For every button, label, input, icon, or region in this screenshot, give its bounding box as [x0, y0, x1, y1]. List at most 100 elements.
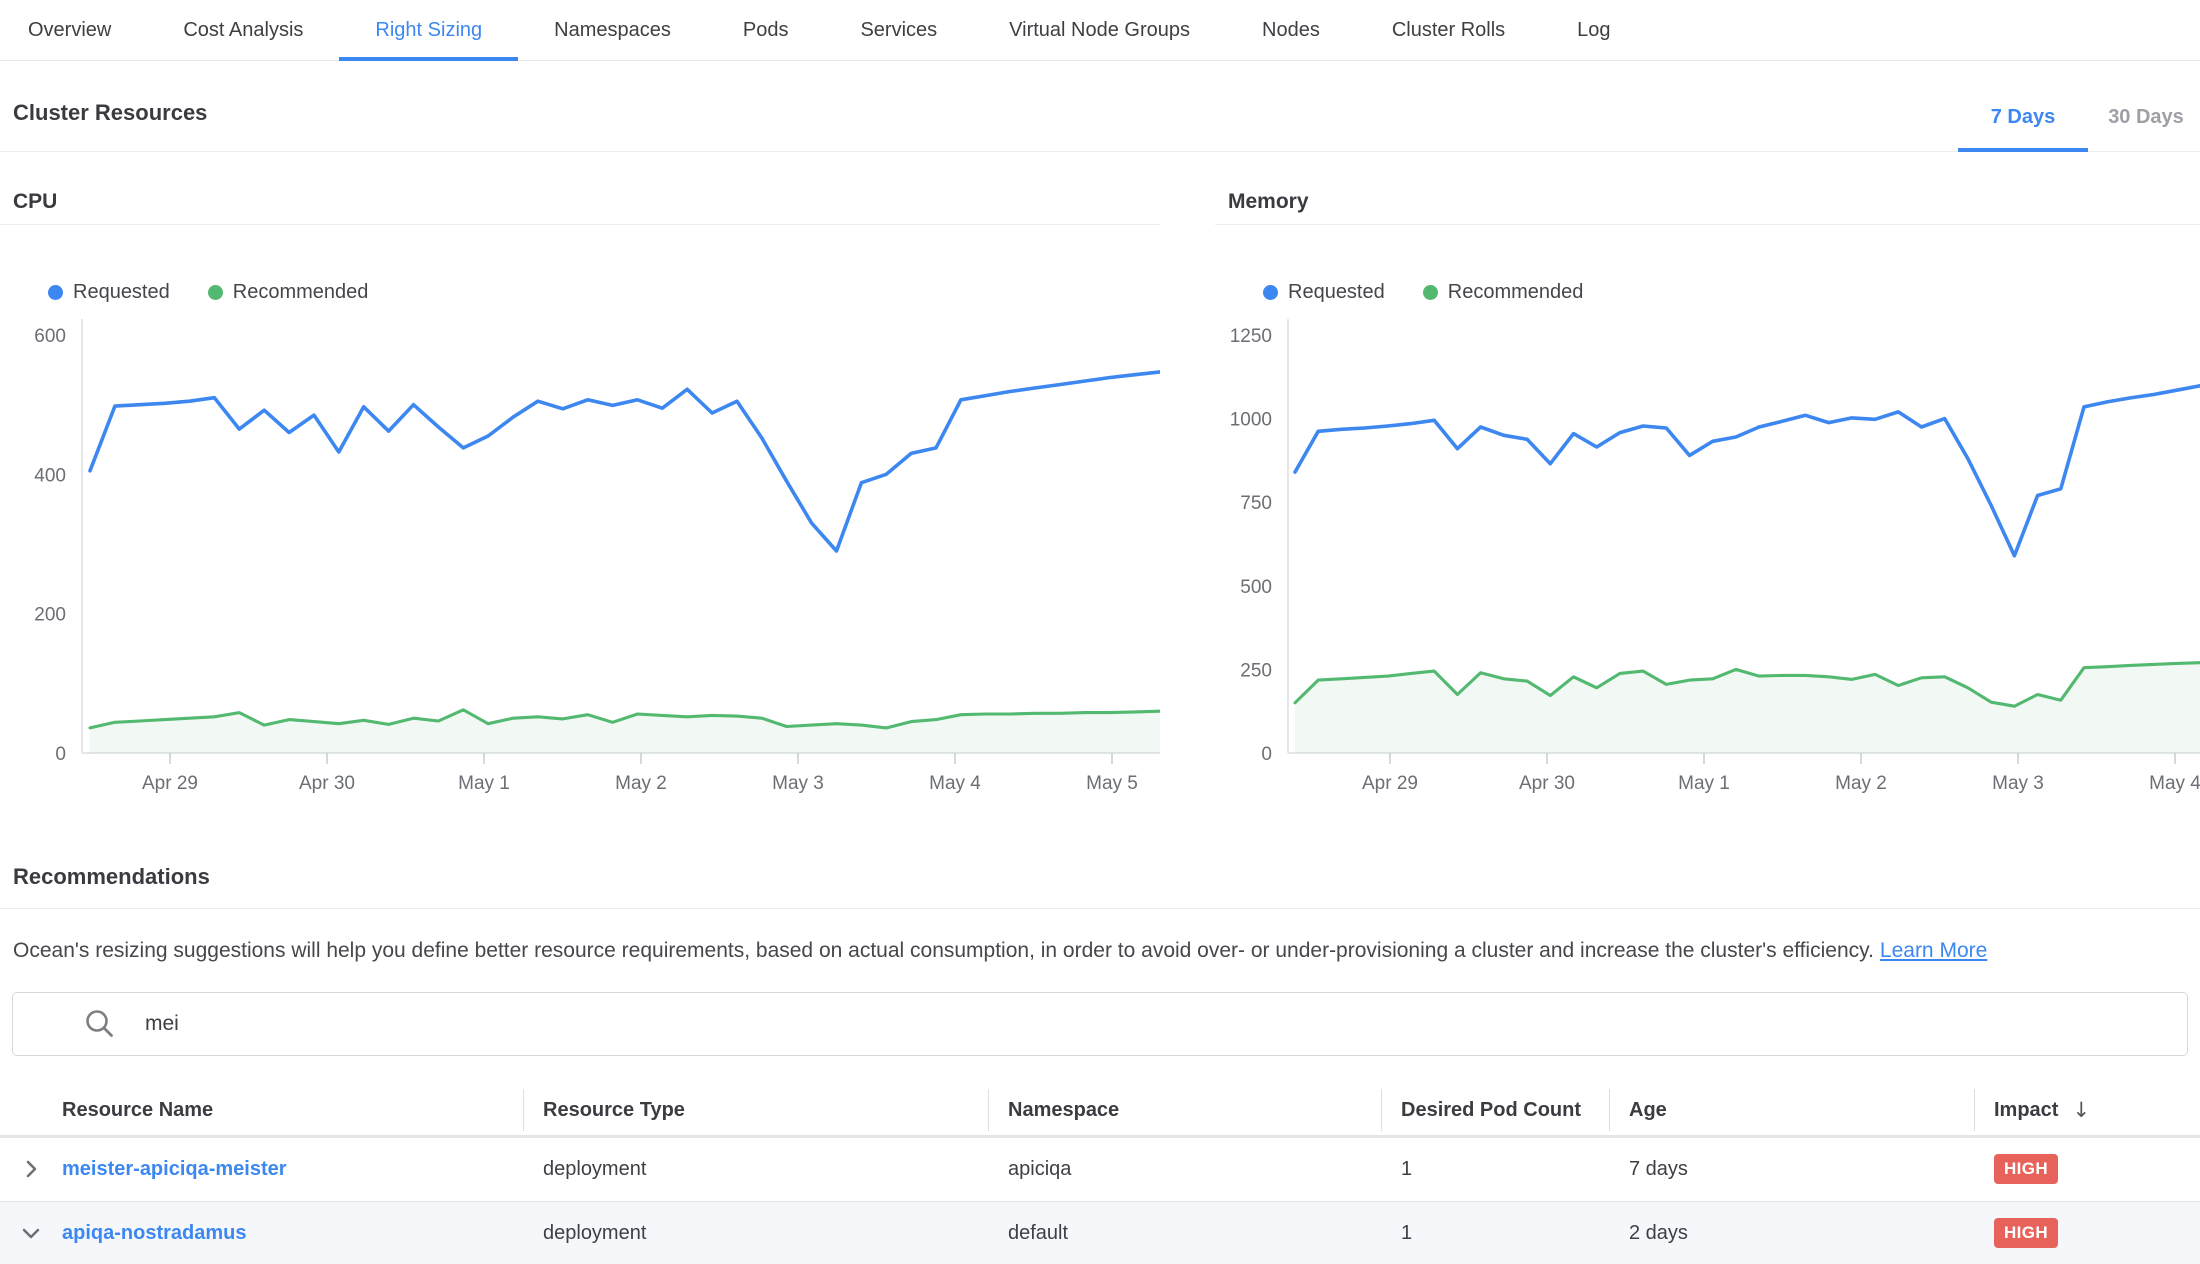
- cell-resource-type: deployment: [523, 1158, 988, 1181]
- column-header-age: Age: [1609, 1085, 1974, 1135]
- table-row-apiqa-nostradamus[interactable]: apiqa-nostradamusdeploymentdefault12 day…: [0, 1201, 2200, 1264]
- svg-text:Apr 29: Apr 29: [142, 773, 198, 794]
- cpu-chart-plot: 0 200 400 600 Apr 29 Apr 30 May 1 May 2 May 3 May…: [0, 311, 1160, 803]
- tab-services[interactable]: Services: [824, 0, 973, 60]
- column-label-namespace: Namespace: [1008, 1099, 1119, 1122]
- legend-dot-requested: [48, 285, 63, 300]
- legend-item-recommended[interactable]: Recommended: [208, 281, 369, 304]
- svg-text:May 2: May 2: [1835, 773, 1887, 794]
- recommendations-description-text: Ocean's resizing suggestions will help y…: [13, 939, 1874, 962]
- svg-text:Apr 30: Apr 30: [299, 773, 355, 794]
- svg-text:May 1: May 1: [458, 773, 510, 794]
- tab-log[interactable]: Log: [1541, 0, 1646, 60]
- memory-chart-panel: Memory RequestedRecommended 025050075010…: [1215, 178, 2200, 803]
- tab-namespaces[interactable]: Namespaces: [518, 0, 707, 60]
- legend-label-recommended: Recommended: [233, 281, 369, 304]
- memory-chart-legend: Requested Recommended: [1263, 279, 2200, 305]
- legend-label-requested: Requested: [73, 281, 170, 304]
- cell-age: 7 days: [1609, 1158, 1974, 1181]
- cell-impact: HIGH: [1974, 1154, 2200, 1184]
- svg-text:600: 600: [34, 326, 66, 347]
- cluster-resources-title: Cluster Resources: [13, 100, 207, 126]
- tab-cluster-rolls[interactable]: Cluster Rolls: [1356, 0, 1541, 60]
- learn-more-link[interactable]: Learn More: [1880, 939, 1987, 962]
- tab-cost-analysis[interactable]: Cost Analysis: [147, 0, 339, 60]
- cell-resource-name: apiqa-nostradamus: [0, 1221, 523, 1245]
- svg-text:0: 0: [1261, 744, 1272, 765]
- memory-title-rule: [1215, 224, 2200, 225]
- cpu-recommended-area: [90, 710, 1160, 753]
- resource-name-link[interactable]: apiqa-nostradamus: [62, 1222, 246, 1245]
- recommendations-description: Ocean's resizing suggestions will help y…: [13, 936, 2189, 966]
- tab-nodes[interactable]: Nodes: [1226, 0, 1356, 60]
- column-label-impact: Impact: [1994, 1099, 2058, 1122]
- table-header-row: Resource Name Resource Type Namespace Desir…: [0, 1085, 2200, 1135]
- tab-overview[interactable]: Overview: [0, 0, 147, 60]
- range-button-7-days[interactable]: 7 Days: [1958, 106, 2088, 129]
- tab-virtual-node-groups[interactable]: Virtual Node Groups: [973, 0, 1226, 60]
- chevron-down-icon[interactable]: [0, 1221, 62, 1245]
- legend-item-recommended[interactable]: Recommended: [1423, 281, 1584, 304]
- resource-search-box: [12, 992, 2188, 1056]
- legend-dot-requested: [1263, 285, 1278, 300]
- search-input[interactable]: [143, 1011, 2187, 1037]
- svg-text:0: 0: [55, 744, 66, 765]
- tab-pods[interactable]: Pods: [707, 0, 825, 60]
- svg-text:Apr 30: Apr 30: [1519, 773, 1575, 794]
- column-header-desired-pod-count: Desired Pod Count: [1381, 1085, 1609, 1135]
- svg-text:May 4: May 4: [2149, 773, 2200, 794]
- recommendations-title: Recommendations: [13, 864, 210, 890]
- memory-chart-title: Memory: [1215, 178, 2200, 224]
- column-header-resource-type: Resource Type: [523, 1085, 988, 1135]
- right-sizing-page: OverviewCost AnalysisRight SizingNamespa…: [0, 0, 2200, 1264]
- column-label-resource-name: Resource Name: [62, 1099, 213, 1122]
- impact-badge-high: HIGH: [1994, 1218, 2058, 1248]
- recommendations-divider: [0, 908, 2200, 909]
- svg-text:750: 750: [1240, 493, 1272, 514]
- svg-text:1250: 1250: [1230, 326, 1272, 347]
- cpu-chart-panel: CPU Requested Recommended 0 200 400 600 Apr 2…: [0, 178, 1160, 803]
- cell-namespace: apiciqa: [988, 1158, 1381, 1181]
- cell-resource-type: deployment: [523, 1222, 988, 1245]
- cell-impact: HIGH: [1974, 1218, 2200, 1248]
- memory-requested-line: [1295, 386, 2200, 556]
- sort-desc-arrow-icon[interactable]: ↓: [2072, 1098, 2090, 1122]
- svg-text:400: 400: [34, 465, 66, 486]
- cell-desired-pod-count: 1: [1381, 1222, 1609, 1245]
- table-row-meister-apiciqa-meister[interactable]: meister-apiciqa-meister deploymentapiciqa…: [0, 1138, 2200, 1200]
- svg-text:1000: 1000: [1230, 410, 1272, 431]
- memory-chart-plot: 025050075010001250Apr 29Apr 30May 1May 2…: [1215, 311, 2200, 803]
- svg-text:May 1: May 1: [1678, 773, 1730, 794]
- impact-badge-high: HIGH: [1994, 1154, 2058, 1184]
- resource-name-link[interactable]: meister-apiciqa-meister: [62, 1158, 287, 1181]
- active-range-underline: [1958, 148, 2088, 152]
- search-icon: [83, 1007, 117, 1041]
- svg-text:200: 200: [34, 605, 66, 626]
- chevron-right-icon[interactable]: [0, 1157, 62, 1181]
- legend-item-requested[interactable]: Requested: [48, 281, 170, 304]
- tab-right-sizing[interactable]: Right Sizing: [339, 0, 518, 60]
- svg-text:May 3: May 3: [772, 773, 824, 794]
- svg-text:Apr 29: Apr 29: [1362, 773, 1418, 794]
- cell-resource-name: meister-apiciqa-meister: [0, 1157, 523, 1181]
- svg-text:500: 500: [1240, 577, 1272, 598]
- column-header-impact[interactable]: Impact ↓: [1974, 1085, 2200, 1135]
- section-divider: [0, 151, 2200, 152]
- cpu-title-rule: [0, 224, 1160, 225]
- legend-label-recommended: Recommended: [1448, 281, 1584, 304]
- legend-dot-recommended: [1423, 285, 1438, 300]
- memory-recommended-area: [1295, 663, 2200, 753]
- column-header-namespace: Namespace: [988, 1085, 1381, 1135]
- cpu-chart-title: CPU: [0, 178, 1160, 224]
- legend-item-requested[interactable]: Requested: [1263, 281, 1385, 304]
- column-label-age: Age: [1629, 1099, 1667, 1122]
- range-button-30-days[interactable]: 30 Days: [2100, 106, 2192, 129]
- svg-text:May 2: May 2: [615, 773, 667, 794]
- cell-namespace: default: [988, 1222, 1381, 1245]
- top-tab-bar: OverviewCost AnalysisRight SizingNamespa…: [0, 0, 2200, 61]
- legend-dot-recommended: [208, 285, 223, 300]
- svg-text:May 5: May 5: [1086, 773, 1138, 794]
- svg-text:May 4: May 4: [929, 773, 981, 794]
- column-label-resource-type: Resource Type: [543, 1099, 685, 1122]
- svg-text:May 3: May 3: [1992, 773, 2044, 794]
